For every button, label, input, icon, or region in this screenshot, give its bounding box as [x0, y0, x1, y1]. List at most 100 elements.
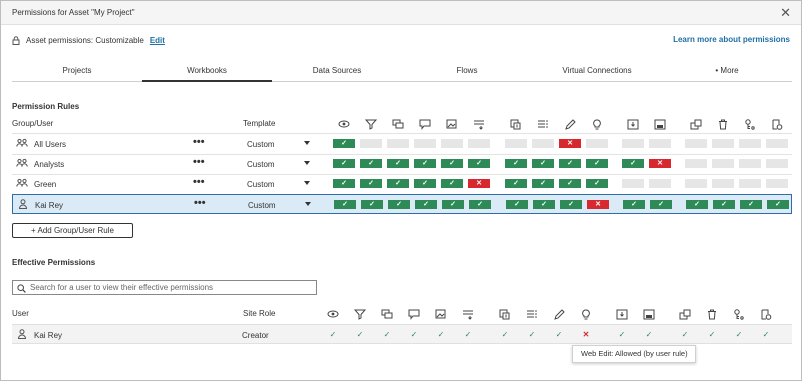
capability-cell-download-workbook[interactable]: ✓	[623, 200, 645, 209]
chevron-down-icon[interactable]	[305, 202, 311, 206]
more-actions-icon[interactable]: •••	[194, 197, 206, 209]
more-actions-icon[interactable]: •••	[193, 136, 205, 148]
capability-cell-move[interactable]	[685, 179, 707, 188]
capability-cell-download-full-data[interactable]: ✓	[505, 159, 527, 168]
capability-cell-share-customized[interactable]	[532, 139, 554, 148]
permission-rule-row[interactable]: All Users ••• Custom ✓ ✕	[12, 134, 792, 154]
template-select[interactable]: Custom	[248, 201, 276, 210]
tab-virtual-connections[interactable]: Virtual Connections	[532, 62, 662, 82]
check-icon[interactable]: ✓	[376, 330, 398, 339]
capability-cell-comments[interactable]: ✓	[388, 200, 410, 209]
check-icon[interactable]: ✓	[403, 330, 425, 339]
capability-cell-download-full-data[interactable]: ✓	[506, 200, 528, 209]
capability-cell-web-edit[interactable]: ✓	[560, 200, 582, 209]
capability-cell-download-full-data[interactable]	[505, 139, 527, 148]
capability-cell-explain-data[interactable]: ✓	[586, 179, 608, 188]
capability-cell-view[interactable]: ✓	[333, 179, 355, 188]
capability-cell-overwrite[interactable]: ✓	[650, 200, 672, 209]
chevron-down-icon[interactable]	[304, 141, 310, 145]
capability-cell-export-image[interactable]	[441, 139, 463, 148]
check-icon[interactable]: ✓	[701, 330, 723, 339]
permission-rule-row[interactable]: Analysts ••• Custom ✓ ✓ ✓ ✓ ✓ ✓ ✓ ✓ ✓ ✓ ✓ ✕	[12, 154, 792, 174]
capability-cell-web-comment[interactable]: ✓	[415, 200, 437, 209]
more-actions-icon[interactable]: •••	[193, 156, 205, 168]
capability-cell-delete[interactable]	[712, 159, 734, 168]
capability-cell-web-edit[interactable]: ✓	[559, 159, 581, 168]
capability-cell-export-image[interactable]: ✓	[441, 159, 463, 168]
learn-more-link[interactable]: Learn more about permissions	[673, 35, 790, 44]
tab-more[interactable]: • More	[662, 62, 792, 82]
capability-cell-comments[interactable]: ✓	[387, 179, 409, 188]
capability-cell-delete[interactable]	[712, 179, 734, 188]
edit-link[interactable]: Edit	[150, 36, 165, 45]
check-icon[interactable]: ✓	[430, 330, 452, 339]
user-search-input[interactable]	[30, 282, 310, 293]
capability-cell-share-customized[interactable]: ✓	[532, 179, 554, 188]
capability-cell-export-data[interactable]: ✓	[468, 159, 490, 168]
capability-cell-move[interactable]	[685, 159, 707, 168]
capability-cell-share-customized[interactable]: ✓	[532, 159, 554, 168]
capability-cell-run-explain[interactable]	[766, 179, 788, 188]
capability-cell-overwrite[interactable]	[649, 139, 671, 148]
add-group-user-rule-button[interactable]: + Add Group/User Rule	[12, 223, 133, 238]
check-icon[interactable]: ✓	[349, 330, 371, 339]
capability-cell-overwrite[interactable]	[649, 179, 671, 188]
tab-workbooks[interactable]: Workbooks	[142, 62, 272, 82]
chevron-down-icon[interactable]	[304, 181, 310, 185]
check-icon[interactable]: ✓	[548, 330, 570, 339]
capability-cell-set-permissions[interactable]	[739, 139, 761, 148]
capability-cell-set-permissions[interactable]: ✓	[740, 200, 762, 209]
capability-cell-download-workbook[interactable]	[622, 139, 644, 148]
capability-cell-set-permissions[interactable]	[739, 179, 761, 188]
check-icon[interactable]: ✓	[457, 330, 479, 339]
x-icon[interactable]: ✕	[575, 330, 597, 339]
chevron-down-icon[interactable]	[304, 161, 310, 165]
capability-cell-explain-data[interactable]: ✓	[586, 159, 608, 168]
close-icon[interactable]: ✕	[780, 5, 791, 21]
check-icon[interactable]: ✓	[494, 330, 516, 339]
capability-cell-download-full-data[interactable]: ✓	[505, 179, 527, 188]
permission-rule-row[interactable]: Kai Rey ••• Custom ✓ ✓ ✓ ✓ ✓ ✓ ✓ ✓ ✓ ✕ ✓ ✓ ✓ ✓ ✓ ✓	[12, 194, 792, 214]
check-icon[interactable]: ✓	[728, 330, 750, 339]
capability-cell-view[interactable]: ✓	[333, 139, 355, 148]
capability-cell-web-comment[interactable]	[414, 139, 436, 148]
capability-cell-delete[interactable]: ✓	[713, 200, 735, 209]
capability-cell-move[interactable]: ✓	[686, 200, 708, 209]
capability-cell-comments[interactable]: ✓	[387, 159, 409, 168]
capability-cell-web-edit[interactable]: ✓	[559, 179, 581, 188]
capability-cell-web-edit[interactable]: ✕	[559, 139, 581, 148]
template-select[interactable]: Custom	[247, 180, 275, 189]
capability-cell-export-data[interactable]: ✓	[469, 200, 491, 209]
more-actions-icon[interactable]: •••	[193, 176, 205, 188]
capability-cell-export-image[interactable]: ✓	[441, 179, 463, 188]
capability-cell-view[interactable]: ✓	[333, 159, 355, 168]
capability-cell-explain-data[interactable]	[586, 139, 608, 148]
check-icon[interactable]: ✓	[521, 330, 543, 339]
capability-cell-filter[interactable]: ✓	[360, 159, 382, 168]
check-icon[interactable]: ✓	[755, 330, 777, 339]
capability-cell-download-workbook[interactable]: ✓	[622, 159, 644, 168]
capability-cell-share-customized[interactable]: ✓	[533, 200, 555, 209]
capability-cell-overwrite[interactable]: ✕	[649, 159, 671, 168]
capability-cell-set-permissions[interactable]	[739, 159, 761, 168]
capability-cell-comments[interactable]	[387, 139, 409, 148]
check-icon[interactable]: ✓	[322, 330, 344, 339]
tab-data-sources[interactable]: Data Sources	[272, 62, 402, 82]
capability-cell-export-image[interactable]: ✓	[442, 200, 464, 209]
capability-cell-download-workbook[interactable]	[622, 179, 644, 188]
capability-cell-delete[interactable]	[712, 139, 734, 148]
capability-cell-view[interactable]: ✓	[334, 200, 356, 209]
capability-cell-export-data[interactable]	[468, 139, 490, 148]
capability-cell-filter[interactable]: ✓	[361, 200, 383, 209]
capability-cell-run-explain[interactable]	[766, 159, 788, 168]
capability-cell-web-comment[interactable]: ✓	[414, 159, 436, 168]
template-select[interactable]: Custom	[247, 140, 275, 149]
template-select[interactable]: Custom	[247, 160, 275, 169]
permission-rule-row[interactable]: Green ••• Custom ✓ ✓ ✓ ✓ ✓ ✕ ✓ ✓ ✓ ✓	[12, 174, 792, 194]
check-icon[interactable]: ✓	[674, 330, 696, 339]
check-icon[interactable]: ✓	[638, 330, 660, 339]
capability-cell-run-explain[interactable]	[766, 139, 788, 148]
capability-cell-filter[interactable]	[360, 139, 382, 148]
effective-permission-row[interactable]: Kai Rey Creator ✓ ✓ ✓ ✓ ✓ ✓ ✓ ✓ ✓ ✕ ✓ ✓ ✓ ✓ ✓ ✓	[12, 324, 792, 344]
capability-cell-filter[interactable]: ✓	[360, 179, 382, 188]
